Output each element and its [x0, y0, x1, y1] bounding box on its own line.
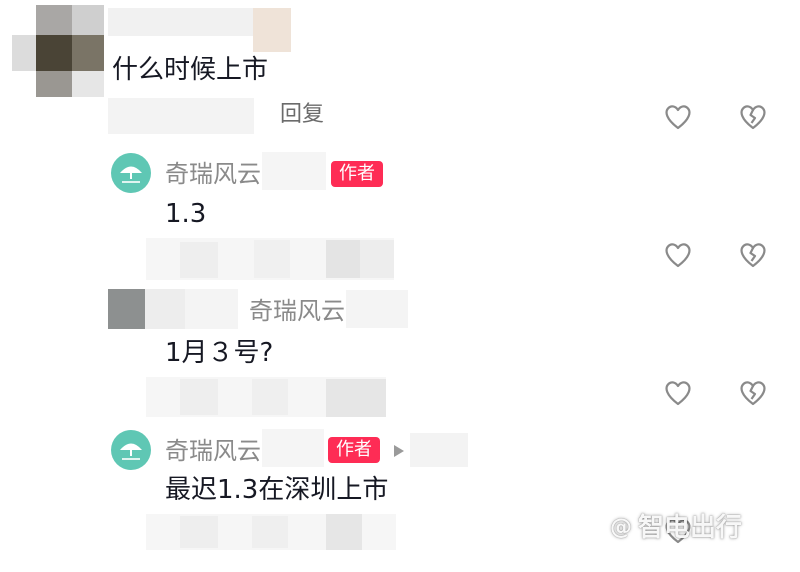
author-avatar[interactable] [111, 430, 151, 470]
author-name[interactable]: 奇瑞风云 [165, 439, 261, 463]
author-avatar[interactable] [111, 153, 151, 193]
reply-text: 1月３号? [165, 338, 274, 368]
reply-meta-blurred [146, 238, 394, 280]
author-badge: 作者 [328, 437, 380, 463]
username-blurred [262, 429, 324, 467]
reply-to-name[interactable]: 奇瑞风云 [249, 299, 345, 323]
author-name[interactable]: 奇瑞风云 [165, 162, 261, 186]
reply-meta-blurred [146, 514, 396, 550]
comment-username-blurred[interactable] [108, 8, 308, 52]
reply-arrow [393, 443, 405, 457]
heart-outline-icon [665, 381, 691, 406]
reply-text: 最迟1.3在深圳上市 [165, 475, 389, 505]
dislike-button[interactable] [738, 102, 768, 132]
heart-outline-icon [665, 243, 691, 268]
reply-meta-blurred [146, 377, 386, 417]
heart-outline-icon [665, 105, 691, 130]
like-button[interactable] [663, 240, 693, 270]
dislike-button[interactable] [738, 240, 768, 270]
comment-meta-blurred [108, 98, 254, 134]
watermark: @ 智电出行 [610, 511, 796, 547]
watermark-text: 智电出行 [638, 513, 743, 543]
comment-text: 什么时候上市 [112, 55, 269, 85]
reply-to-blurred [410, 433, 468, 467]
dislike-button[interactable] [738, 378, 768, 408]
username-blurred [346, 290, 408, 328]
umbrella-logo-icon [120, 166, 142, 183]
play-arrow-icon [394, 445, 404, 457]
comment-avatar[interactable] [12, 5, 104, 97]
like-button[interactable] [663, 102, 693, 132]
username-blurred [262, 152, 326, 190]
reply-text: 1.3 [165, 199, 207, 229]
user-avatar-blurred[interactable] [108, 289, 238, 329]
like-button[interactable] [663, 378, 693, 408]
broken-heart-icon [740, 243, 766, 268]
author-badge: 作者 [331, 161, 383, 187]
broken-heart-icon [740, 105, 766, 130]
watermark-at: @ [610, 515, 632, 540]
reply-button[interactable]: 回复 [280, 104, 324, 126]
umbrella-logo-icon [120, 443, 142, 460]
broken-heart-icon [740, 381, 766, 406]
